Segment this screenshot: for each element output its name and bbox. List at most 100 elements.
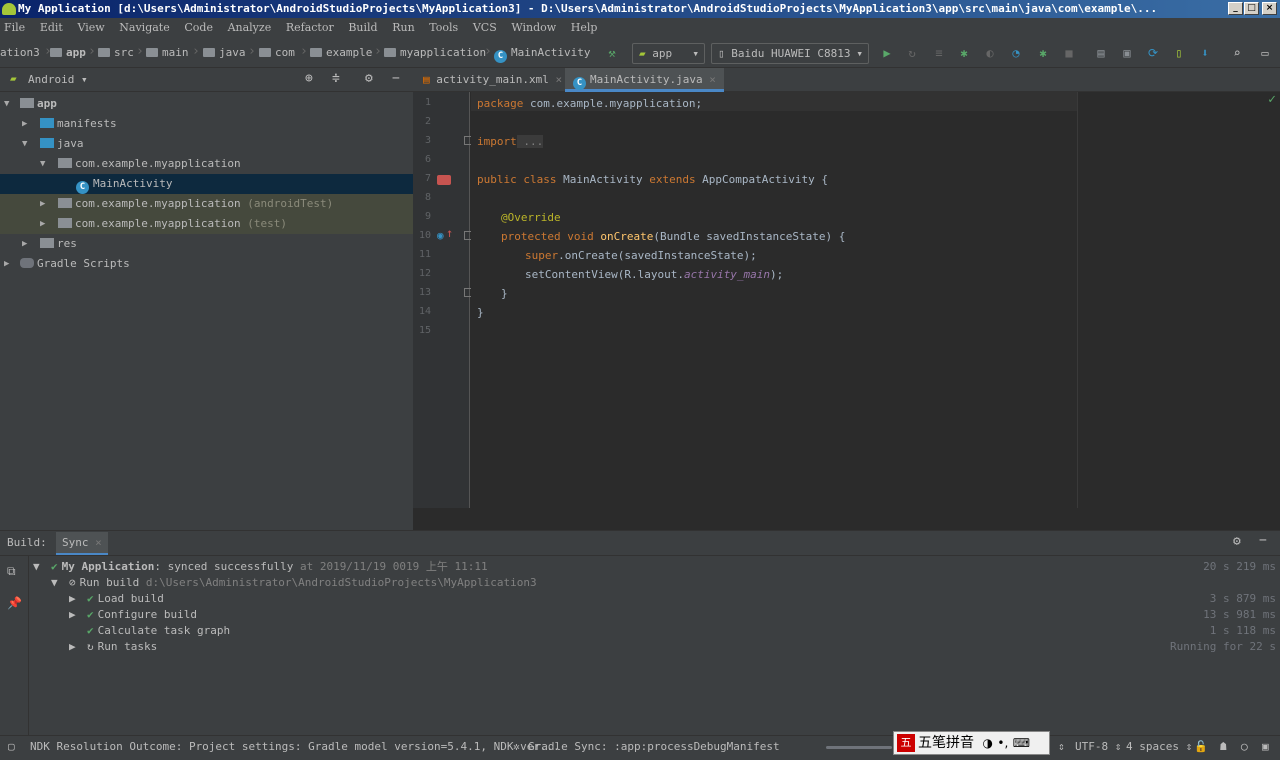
project-view-select[interactable]: Android ▾ — [28, 73, 88, 86]
ime-toolbar[interactable]: 五五笔拼音 ◑ •, ⌨ — [893, 731, 1050, 755]
device-select[interactable]: ▯ Baidu HUAWEI C8813 ▾ — [711, 43, 869, 64]
layout-inspector-icon[interactable]: ▣ — [1120, 46, 1134, 60]
build-time: Running for 22 s — [1170, 640, 1276, 653]
sdk-manager-icon[interactable]: ⬇ — [1198, 46, 1212, 60]
rerun-icon[interactable]: ↻ — [905, 46, 919, 60]
inspection-ok-icon[interactable]: ✓ — [1268, 92, 1276, 107]
toggle-view-icon[interactable]: ⧉ — [7, 564, 16, 579]
tree-item-gradle-scripts[interactable]: ▶ Gradle Scripts — [0, 254, 413, 274]
menu-navigate[interactable]: Navigate — [119, 21, 169, 34]
event-icon[interactable]: ◯ — [1241, 736, 1248, 758]
menu-build[interactable]: Build — [348, 21, 377, 34]
menu-help[interactable]: Help — [571, 21, 598, 34]
hammer-build-icon[interactable]: ⚒ — [605, 46, 619, 60]
status-message[interactable]: NDK Resolution Outcome: Project settings… — [30, 736, 560, 758]
tab-mainactivity-java[interactable]: C MainActivity.java × — [565, 68, 724, 92]
avd-manager-icon[interactable]: ▯ — [1172, 46, 1186, 60]
encoding-select[interactable]: UTF-8 ⇕ — [1075, 736, 1121, 758]
punctuation-icon[interactable]: •, — [997, 736, 1008, 750]
profile-icon[interactable]: ◔ — [1009, 46, 1023, 60]
minimize-button[interactable]: _ — [1228, 2, 1243, 15]
build-row-task-graph[interactable]: ✔ Calculate task graph 1 s 118 ms — [29, 623, 1280, 639]
menu-tools[interactable]: Tools — [429, 21, 458, 34]
stop-icon[interactable]: ■ — [1062, 46, 1076, 60]
android-icon: ▰ — [10, 72, 17, 85]
half-width-icon[interactable]: ◑ — [982, 736, 992, 750]
tool-windows-icon[interactable]: ▢ — [8, 736, 15, 758]
menu-edit[interactable]: Edit — [40, 21, 63, 34]
run-icon[interactable]: ▶ — [880, 46, 894, 60]
menu-view[interactable]: View — [77, 21, 104, 34]
breadcrumb-project[interactable]: ation3 — [0, 46, 40, 59]
debug-icon[interactable]: ✱ — [957, 46, 971, 60]
build-row-configure-build[interactable]: ▶ ✔ Configure build 13 s 981 ms — [29, 607, 1280, 623]
layout-file-icon[interactable] — [437, 175, 451, 185]
collapsed-arrow-icon: ▶ — [22, 119, 28, 129]
menu-vcs[interactable]: VCS — [473, 21, 497, 34]
build-row-load-build[interactable]: ▶ ✔ Load build 3 s 879 ms — [29, 591, 1280, 607]
menu-file[interactable]: File — [4, 21, 25, 34]
assistant-icon[interactable]: ▭ — [1258, 46, 1272, 60]
breadcrumb-app[interactable]: app — [50, 46, 86, 59]
line-number: 13 — [418, 287, 431, 298]
sync-gradle-icon[interactable]: ⟳ — [1146, 46, 1160, 60]
pin-icon[interactable]: 📌 — [7, 596, 22, 610]
collapse-all-icon[interactable]: ≑ — [332, 71, 340, 86]
build-row-run-build[interactable]: ▼ ⊘ Run build d:\Users\Administrator\Andr… — [29, 575, 1280, 591]
build-row-run-tasks[interactable]: ▶ ↻ Run tasks Running for 22 s — [29, 639, 1280, 655]
tab-sync[interactable]: Sync × — [56, 532, 108, 555]
build-row-sync-status[interactable]: ▼ ✔ My Application: synced successfully a… — [29, 559, 1280, 575]
override-marker-icon[interactable]: ◉ — [437, 229, 444, 242]
indent-select[interactable]: 4 spaces ⇕ — [1126, 736, 1192, 758]
cancelled-icon: ⊘ — [69, 576, 76, 589]
tree-item-package[interactable]: ▼ com.example.myapplication — [0, 154, 413, 174]
menu-window[interactable]: Window — [511, 21, 556, 34]
hide-panel-icon[interactable]: − — [1259, 533, 1267, 548]
close-tab-icon[interactable]: × — [555, 73, 562, 86]
tree-item-java[interactable]: ▼ java — [0, 134, 413, 154]
tree-item-app[interactable]: ▼ app — [0, 94, 413, 114]
gear-icon[interactable]: ⚙ — [1233, 534, 1241, 549]
keyboard-icon[interactable]: ⌨ — [1013, 736, 1030, 750]
maximize-button[interactable]: □ — [1244, 2, 1259, 15]
breadcrumb-mainactivity[interactable]: C MainActivity — [494, 46, 590, 63]
breadcrumb-com[interactable]: com — [259, 46, 295, 59]
line-number: 12 — [418, 268, 431, 279]
attach-debugger-icon[interactable]: ✱ — [1036, 46, 1050, 60]
menu-analyze[interactable]: Analyze — [228, 21, 272, 34]
search-icon[interactable]: ⌕ — [1230, 46, 1244, 60]
sync-status[interactable]: Gradle Sync: :app:processDebugManifest — [528, 736, 780, 758]
tree-item-package-androidtest[interactable]: ▶ com.example.myapplication (androidTest… — [0, 194, 413, 214]
lock-icon[interactable]: 🔓 — [1194, 736, 1208, 758]
hide-panel-icon[interactable]: − — [392, 71, 400, 86]
code-editor[interactable]: package com.example.myapplication; impor… — [471, 92, 1077, 508]
build-side-toolbar: ⧉ 📌 — [0, 556, 29, 736]
close-tab-icon[interactable]: × — [95, 536, 102, 549]
collapsed-arrow-icon: ▶ — [69, 608, 76, 621]
project-structure-icon[interactable]: ▤ — [1094, 46, 1108, 60]
close-tab-icon[interactable]: × — [709, 73, 716, 86]
coverage-icon[interactable]: ◐ — [983, 46, 997, 60]
ime-mode[interactable]: 五笔拼音 — [918, 735, 974, 751]
breadcrumb-java[interactable]: java — [203, 46, 246, 59]
close-button[interactable]: × — [1262, 2, 1277, 15]
menu-code[interactable]: Code — [184, 21, 213, 34]
menu-run[interactable]: Run — [392, 21, 414, 34]
breadcrumb-myapplication[interactable]: myapplication — [384, 46, 486, 59]
updown-icon: ⇕ — [1058, 740, 1065, 753]
gear-icon[interactable]: ⚙ — [365, 71, 373, 86]
tree-item-res[interactable]: ▶ res — [0, 234, 413, 254]
run-config-select[interactable]: ▰ app ▾ — [632, 43, 705, 64]
inspector-icon[interactable]: ☗ — [1220, 736, 1227, 758]
notification-icon[interactable]: ▣ — [1262, 736, 1269, 758]
menu-refactor[interactable]: Refactor — [286, 21, 334, 34]
tree-item-manifests[interactable]: ▶ manifests — [0, 114, 413, 134]
breadcrumb-src[interactable]: src — [98, 46, 134, 59]
locate-icon[interactable]: ⊕ — [305, 71, 313, 86]
tree-item-mainactivity[interactable]: C MainActivity — [0, 174, 413, 194]
apply-changes-icon[interactable]: ≡ — [932, 46, 946, 60]
breadcrumb-main[interactable]: main — [146, 46, 189, 59]
breadcrumb-example[interactable]: example — [310, 46, 372, 59]
tab-activity-main-xml[interactable]: ▤ activity_main.xml × — [415, 68, 570, 92]
tree-item-package-test[interactable]: ▶ com.example.myapplication (test) — [0, 214, 413, 234]
